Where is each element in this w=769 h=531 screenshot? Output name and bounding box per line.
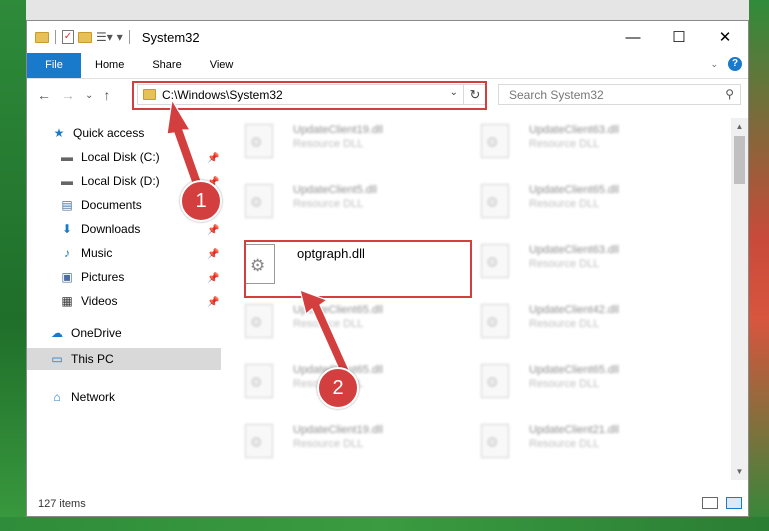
- annotation-arrows: [166, 98, 351, 377]
- callout-badge-1: 1: [180, 180, 222, 222]
- arrow-2: [299, 289, 351, 377]
- callout-badge-2: 2: [317, 367, 359, 409]
